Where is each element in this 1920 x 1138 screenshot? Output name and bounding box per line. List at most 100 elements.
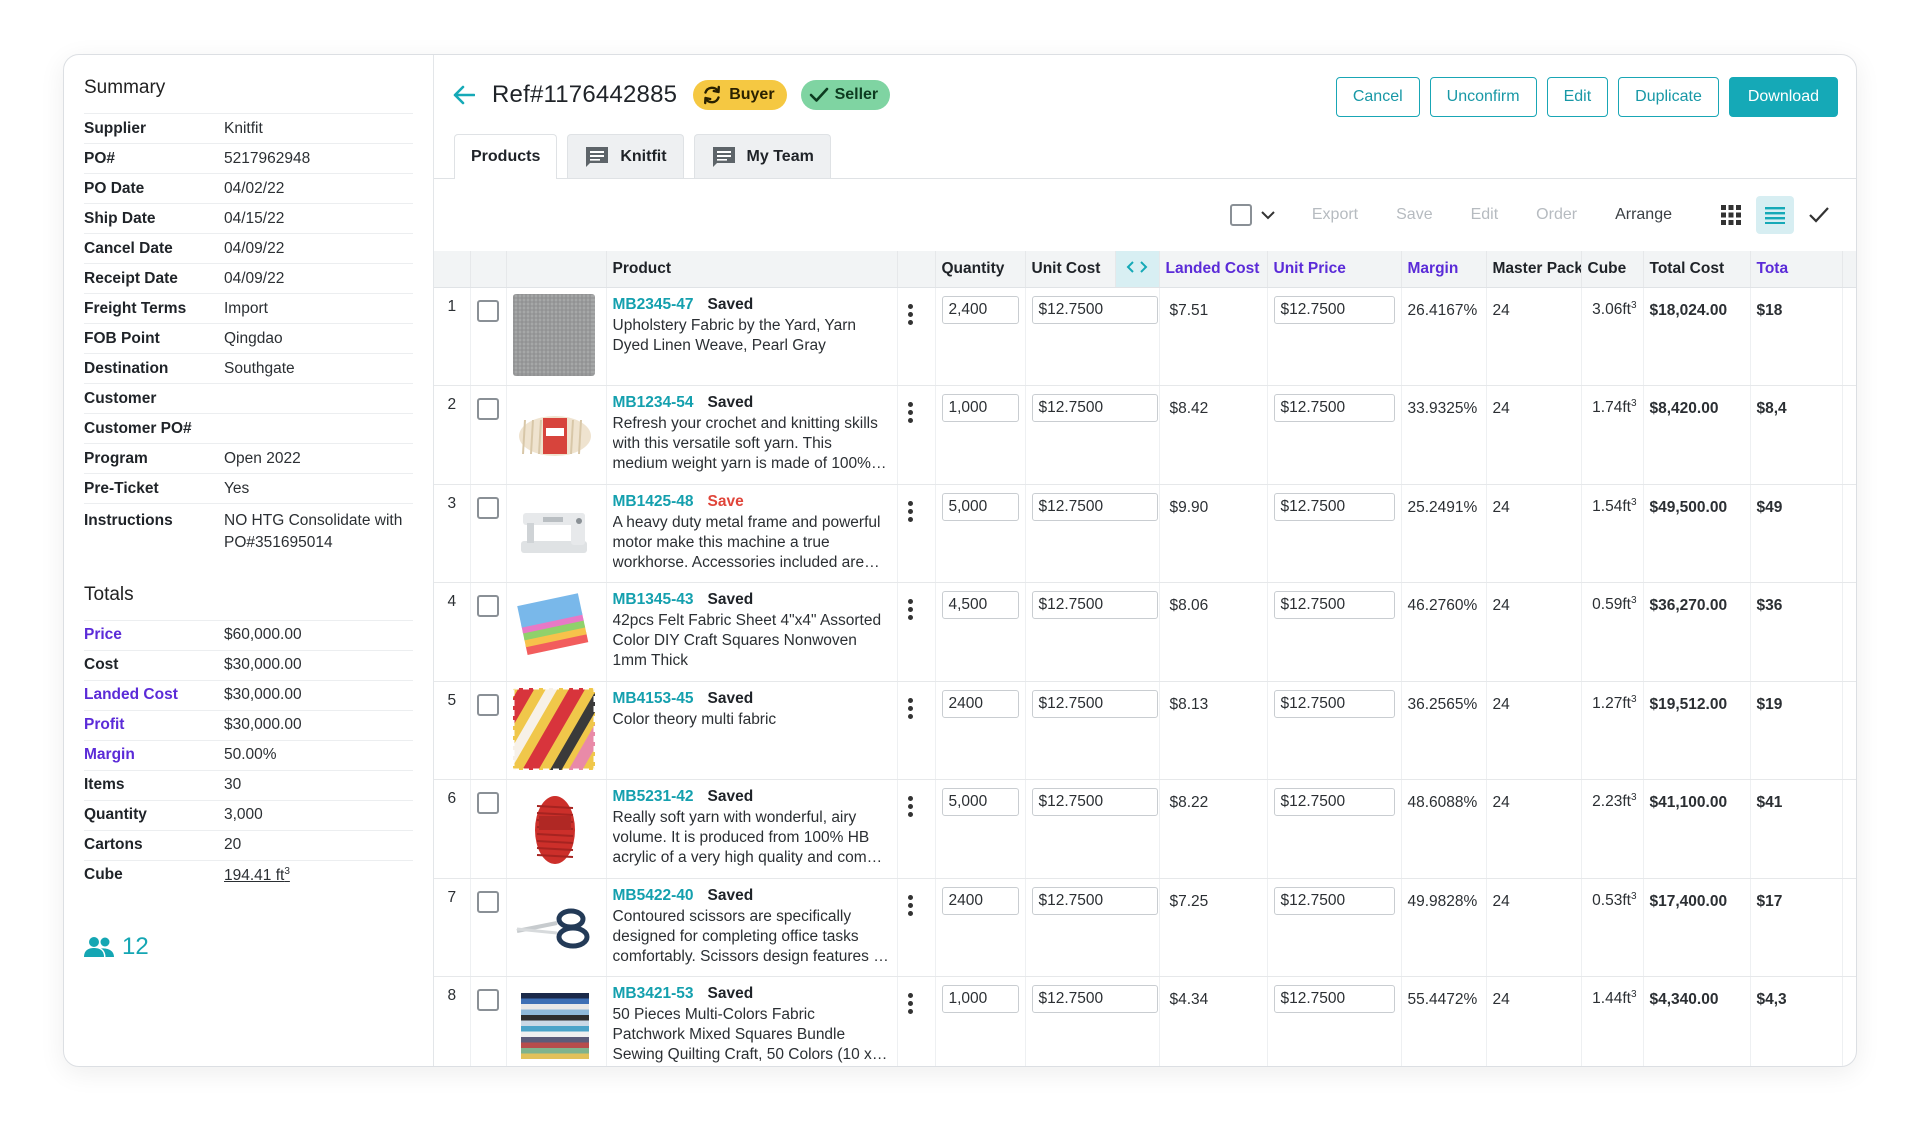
table-row[interactable]: 3 MB1425-48 Save A heavy duty metal frame a…: [434, 484, 1856, 583]
product-sku-link[interactable]: MB5422-40: [613, 887, 694, 904]
col-quantity[interactable]: Quantity: [935, 251, 1026, 288]
product-thumbnail[interactable]: [512, 983, 595, 1065]
confirm-check-icon[interactable]: [1800, 196, 1838, 234]
grid-view-icon[interactable]: [1712, 196, 1750, 234]
list-view-icon[interactable]: [1756, 196, 1794, 234]
unit-cost-input[interactable]: $12.7500: [1031, 886, 1158, 915]
kebab-menu-icon[interactable]: [907, 599, 913, 620]
column-toggle-icon[interactable]: [1115, 251, 1160, 288]
col-cube[interactable]: Cube: [1581, 251, 1644, 288]
product-thumbnail[interactable]: [512, 392, 595, 474]
save-action[interactable]: Save: [1396, 206, 1432, 224]
chevron-down-icon[interactable]: [1260, 210, 1276, 220]
product-sku-link[interactable]: MB4153-45: [613, 690, 694, 707]
kebab-menu-icon[interactable]: [907, 993, 913, 1014]
product-thumbnail[interactable]: [506, 681, 605, 779]
unit-cost-input[interactable]: $12.7500: [1031, 394, 1158, 422]
order-action[interactable]: Order: [1536, 206, 1577, 224]
product-thumbnail[interactable]: [512, 884, 595, 967]
team-members[interactable]: 12: [84, 933, 149, 961]
unit-cost-input[interactable]: $12.7500: [1031, 295, 1158, 324]
unit-price-input[interactable]: $12.7500: [1273, 985, 1395, 1013]
table-row[interactable]: 7 MB5422-40 Saved Contoured scissors are sp…: [434, 878, 1856, 977]
kebab-menu-icon[interactable]: [907, 697, 913, 719]
row-checkbox[interactable]: [477, 496, 499, 519]
cancel-button[interactable]: Cancel: [1335, 77, 1420, 117]
quantity-input[interactable]: 4,500: [941, 591, 1019, 619]
select-all-checkbox[interactable]: [1229, 204, 1252, 226]
quantity-input[interactable]: 2,400: [941, 295, 1019, 324]
product-thumbnail[interactable]: [512, 786, 595, 868]
kebab-menu-icon[interactable]: [907, 402, 913, 423]
product-thumbnail[interactable]: [512, 490, 595, 573]
unit-price-input[interactable]: $12.7500: [1273, 295, 1395, 324]
summary-row: Destination Southgate: [84, 353, 413, 384]
row-checkbox[interactable]: [477, 595, 499, 617]
product-sku-link[interactable]: MB1425-48: [613, 493, 694, 510]
tab-my-team[interactable]: My Team: [693, 134, 831, 178]
product-thumbnail[interactable]: [512, 589, 595, 671]
row-checkbox[interactable]: [477, 890, 499, 913]
cube-value[interactable]: 194.41 ft: [224, 867, 284, 884]
row-checkbox[interactable]: [477, 398, 499, 420]
arrange-action[interactable]: Arrange: [1615, 206, 1672, 224]
unit-cost-input[interactable]: $12.7500: [1031, 985, 1158, 1013]
edit-action[interactable]: Edit: [1471, 206, 1499, 224]
kebab-menu-icon[interactable]: [907, 796, 913, 817]
table-row[interactable]: 6 MB5231-42 Saved Really soft yarn with won…: [434, 779, 1856, 879]
product-sku-link[interactable]: MB1234-54: [613, 394, 694, 411]
quantity-input[interactable]: 2400: [941, 689, 1019, 718]
col-total-cost[interactable]: Total Cost: [1643, 251, 1751, 288]
table-row[interactable]: 8 MB3421-53 Saved 50 Pieces Multi-Colors Fa…: [434, 976, 1856, 1066]
row-checkbox[interactable]: [477, 693, 499, 716]
unit-cost-input[interactable]: $12.7500: [1031, 788, 1158, 816]
product-sku-link[interactable]: MB1345-43: [613, 591, 694, 608]
row-checkbox[interactable]: [477, 792, 499, 814]
col-unit-price[interactable]: Unit Price: [1267, 251, 1402, 288]
quantity-input[interactable]: 5,000: [941, 492, 1019, 521]
product-thumbnail[interactable]: [512, 293, 595, 376]
tab-knitfit[interactable]: Knitfit: [567, 134, 684, 178]
table-row[interactable]: 1 MB2345-47 Saved Upholstery Fabric by the …: [434, 287, 1856, 386]
col-total[interactable]: Tota: [1750, 251, 1843, 288]
quantity-input[interactable]: 1,000: [941, 985, 1019, 1013]
table-row[interactable]: 4 MB1345-43 Saved 42pcs Felt Fabric Sheet 4…: [434, 582, 1856, 682]
unit-price-input[interactable]: $12.7500: [1273, 788, 1395, 816]
product-sku-link[interactable]: MB2345-47: [613, 296, 694, 313]
col-margin[interactable]: Margin: [1401, 251, 1487, 288]
unconfirm-button[interactable]: Unconfirm: [1429, 77, 1537, 117]
edit-button[interactable]: Edit: [1546, 77, 1609, 117]
export-action[interactable]: Export: [1312, 206, 1358, 224]
table-row[interactable]: 5 MB4153-45 Saved Color theory multi fabric…: [434, 681, 1856, 780]
quantity-input[interactable]: 1,000: [941, 394, 1019, 422]
row-checkbox[interactable]: [477, 989, 499, 1011]
col-product[interactable]: Product: [606, 251, 898, 288]
unit-cost-input[interactable]: $12.7500: [1031, 492, 1158, 521]
unit-price-input[interactable]: $12.7500: [1273, 591, 1395, 619]
unit-cost-input[interactable]: $12.7500: [1031, 689, 1158, 718]
table-row[interactable]: 2 MB1234-54 Saved Refresh your crochet and …: [434, 385, 1856, 485]
kebab-menu-icon[interactable]: [907, 303, 913, 325]
col-unit-cost[interactable]: Unit Cost: [1025, 251, 1116, 288]
product-sku-link[interactable]: MB3421-53: [613, 985, 694, 1002]
row-cube-cell: 3.06ft3: [1581, 287, 1644, 386]
unit-price-input[interactable]: $12.7500: [1273, 689, 1395, 718]
product-sku-link[interactable]: MB5231-42: [613, 788, 694, 805]
unit-cost-input[interactable]: $12.7500: [1031, 591, 1158, 619]
col-master-pack[interactable]: Master Pack: [1486, 251, 1582, 288]
quantity-input[interactable]: 2400: [941, 886, 1019, 915]
kebab-menu-icon[interactable]: [907, 894, 913, 916]
row-checkbox[interactable]: [477, 299, 499, 322]
kebab-menu-icon[interactable]: [907, 500, 913, 522]
people-icon: [84, 937, 114, 957]
duplicate-button[interactable]: Duplicate: [1618, 77, 1719, 117]
col-landed-cost[interactable]: Landed Cost: [1159, 251, 1268, 288]
row-unit-cost-cell: $12.7500: [1025, 582, 1160, 682]
unit-price-input[interactable]: $12.7500: [1273, 394, 1395, 422]
quantity-input[interactable]: 5,000: [941, 788, 1019, 816]
unit-price-input[interactable]: $12.7500: [1273, 886, 1395, 915]
unit-price-input[interactable]: $12.7500: [1273, 492, 1395, 521]
back-arrow-icon[interactable]: [450, 81, 478, 109]
tab-products[interactable]: Products: [454, 134, 558, 179]
download-button[interactable]: Download: [1728, 77, 1838, 117]
